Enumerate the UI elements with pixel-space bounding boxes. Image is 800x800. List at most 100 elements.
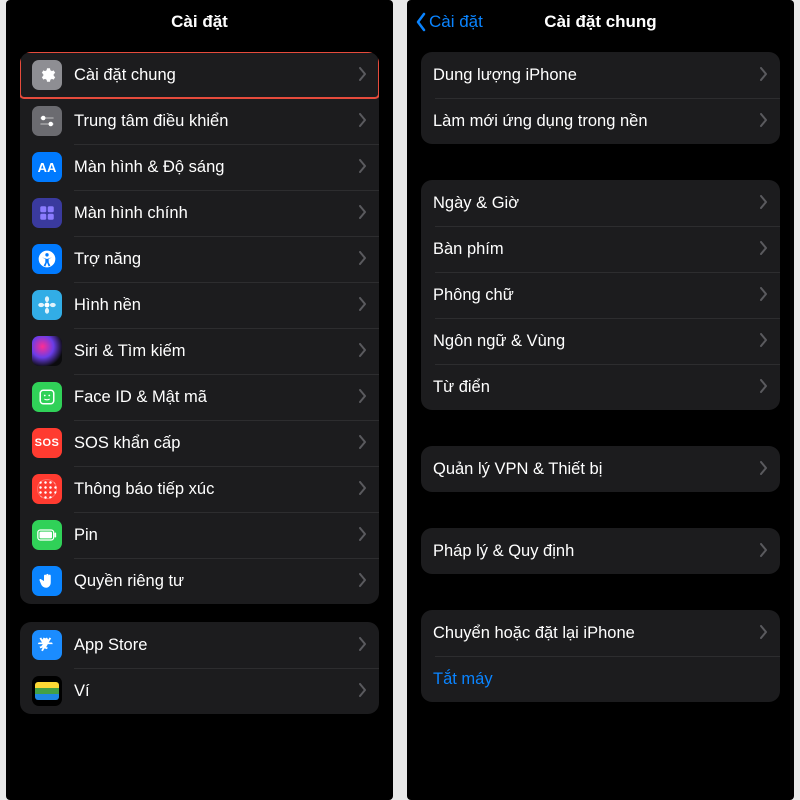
back-label: Cài đặt: [429, 12, 483, 32]
chevron-right-icon: [359, 525, 367, 546]
chevron-left-icon: [415, 12, 427, 32]
row-label: Màn hình chính: [74, 204, 353, 223]
row-item[interactable]: Quản lý VPN & Thiết bị: [421, 446, 780, 492]
row-siri[interactable]: Siri & Tìm kiếm: [20, 328, 379, 374]
row-label: Thông báo tiếp xúc: [74, 480, 353, 499]
row-label: Siri & Tìm kiếm: [74, 342, 353, 361]
row-item[interactable]: Làm mới ứng dụng trong nền: [421, 98, 780, 144]
exposure-icon: [32, 474, 62, 504]
row-label: Từ điển: [433, 378, 754, 397]
row-battery[interactable]: Pin: [20, 512, 379, 558]
chevron-right-icon: [760, 377, 768, 398]
row-control[interactable]: Trung tâm điều khiển: [20, 98, 379, 144]
row-label: Ví: [74, 682, 353, 701]
chevron-right-icon: [359, 433, 367, 454]
row-label: Cài đặt chung: [74, 66, 353, 85]
chevron-right-icon: [760, 623, 768, 644]
group-locale: Ngày & Giờ Bàn phím Phông chữ Ngôn ngữ & Vù…: [421, 180, 780, 410]
row-faceid[interactable]: Face ID & Mật mã: [20, 374, 379, 420]
access-icon: [32, 244, 62, 274]
row-label: Pháp lý & Quy định: [433, 542, 754, 561]
left-phone: Cài đặt Cài đặt chung Trung tâm điều khiể…: [6, 0, 393, 800]
chevron-right-icon: [359, 203, 367, 224]
row-label: Pin: [74, 526, 353, 545]
sos-icon: SOS: [32, 428, 62, 458]
row-item[interactable]: Dung lượng iPhone: [421, 52, 780, 98]
row-item[interactable]: Chuyển hoặc đặt lại iPhone: [421, 610, 780, 656]
page-title: Cài đặt chung: [544, 12, 656, 32]
row-item[interactable]: Bàn phím: [421, 226, 780, 272]
row-label: Tắt máy: [433, 670, 768, 689]
wallpaper-icon: [32, 290, 62, 320]
group-vpn: Quản lý VPN & Thiết bị: [421, 446, 780, 492]
row-label: Phông chữ: [433, 286, 754, 305]
chevron-right-icon: [760, 541, 768, 562]
row-item[interactable]: Tắt máy: [421, 656, 780, 702]
settings-scroll: Cài đặt chung Trung tâm điều khiển AA Màn h…: [6, 52, 393, 734]
chevron-right-icon: [359, 571, 367, 592]
row-label: Dung lượng iPhone: [433, 66, 754, 85]
row-wallet[interactable]: Ví: [20, 668, 379, 714]
row-display[interactable]: AA Màn hình & Độ sáng: [20, 144, 379, 190]
header-left: Cài đặt: [6, 0, 393, 44]
row-appstore[interactable]: App Store: [20, 622, 379, 668]
row-label: Trợ năng: [74, 250, 353, 269]
right-phone: Cài đặt Cài đặt chung Dung lượng iPhone L…: [407, 0, 794, 800]
row-wallpaper[interactable]: Hình nền: [20, 282, 379, 328]
appstore-icon: [32, 630, 62, 660]
row-label: Bàn phím: [433, 240, 754, 259]
row-label: Chuyển hoặc đặt lại iPhone: [433, 624, 754, 643]
settings-group-main: Cài đặt chung Trung tâm điều khiển AA Màn h…: [20, 52, 379, 604]
group-storage: Dung lượng iPhone Làm mới ứng dụng trong …: [421, 52, 780, 144]
row-label: Làm mới ứng dụng trong nền: [433, 112, 754, 131]
row-exposure[interactable]: Thông báo tiếp xúc: [20, 466, 379, 512]
group-reset: Chuyển hoặc đặt lại iPhone Tắt máy: [421, 610, 780, 702]
battery-icon: [32, 520, 62, 550]
chevron-right-icon: [359, 341, 367, 362]
row-item[interactable]: Pháp lý & Quy định: [421, 528, 780, 574]
row-label: Màn hình & Độ sáng: [74, 158, 353, 177]
row-label: Quyền riêng tư: [74, 572, 353, 591]
chevron-right-icon: [760, 331, 768, 352]
control-icon: [32, 106, 62, 136]
row-sos[interactable]: SOS SOS khẩn cấp: [20, 420, 379, 466]
chevron-right-icon: [359, 65, 367, 86]
row-item[interactable]: Ngày & Giờ: [421, 180, 780, 226]
row-privacy[interactable]: Quyền riêng tư: [20, 558, 379, 604]
chevron-right-icon: [359, 635, 367, 656]
chevron-right-icon: [359, 681, 367, 702]
faceid-icon: [32, 382, 62, 412]
chevron-right-icon: [760, 111, 768, 132]
chevron-right-icon: [359, 157, 367, 178]
privacy-icon: [32, 566, 62, 596]
display-icon: AA: [32, 152, 62, 182]
siri-icon: [32, 336, 62, 366]
row-label: Trung tâm điều khiển: [74, 112, 353, 131]
home-icon: [32, 198, 62, 228]
page-title: Cài đặt: [171, 12, 228, 32]
wallet-icon: [32, 676, 62, 706]
chevron-right-icon: [760, 65, 768, 86]
row-home[interactable]: Màn hình chính: [20, 190, 379, 236]
back-button[interactable]: Cài đặt: [415, 0, 483, 44]
row-label: Ngôn ngữ & Vùng: [433, 332, 754, 351]
row-access[interactable]: Trợ năng: [20, 236, 379, 282]
settings-group-store: App Store Ví: [20, 622, 379, 714]
row-label: SOS khẩn cấp: [74, 434, 353, 453]
row-general[interactable]: Cài đặt chung: [20, 52, 379, 98]
chevron-right-icon: [359, 387, 367, 408]
row-label: Ngày & Giờ: [433, 194, 754, 213]
row-label: Hình nền: [74, 296, 353, 315]
chevron-right-icon: [760, 285, 768, 306]
chevron-right-icon: [359, 295, 367, 316]
row-label: Face ID & Mật mã: [74, 388, 353, 407]
chevron-right-icon: [359, 111, 367, 132]
row-item[interactable]: Phông chữ: [421, 272, 780, 318]
group-legal: Pháp lý & Quy định: [421, 528, 780, 574]
chevron-right-icon: [760, 459, 768, 480]
general-icon: [32, 60, 62, 90]
row-item[interactable]: Từ điển: [421, 364, 780, 410]
row-label: App Store: [74, 636, 353, 655]
chevron-right-icon: [359, 249, 367, 270]
row-item[interactable]: Ngôn ngữ & Vùng: [421, 318, 780, 364]
